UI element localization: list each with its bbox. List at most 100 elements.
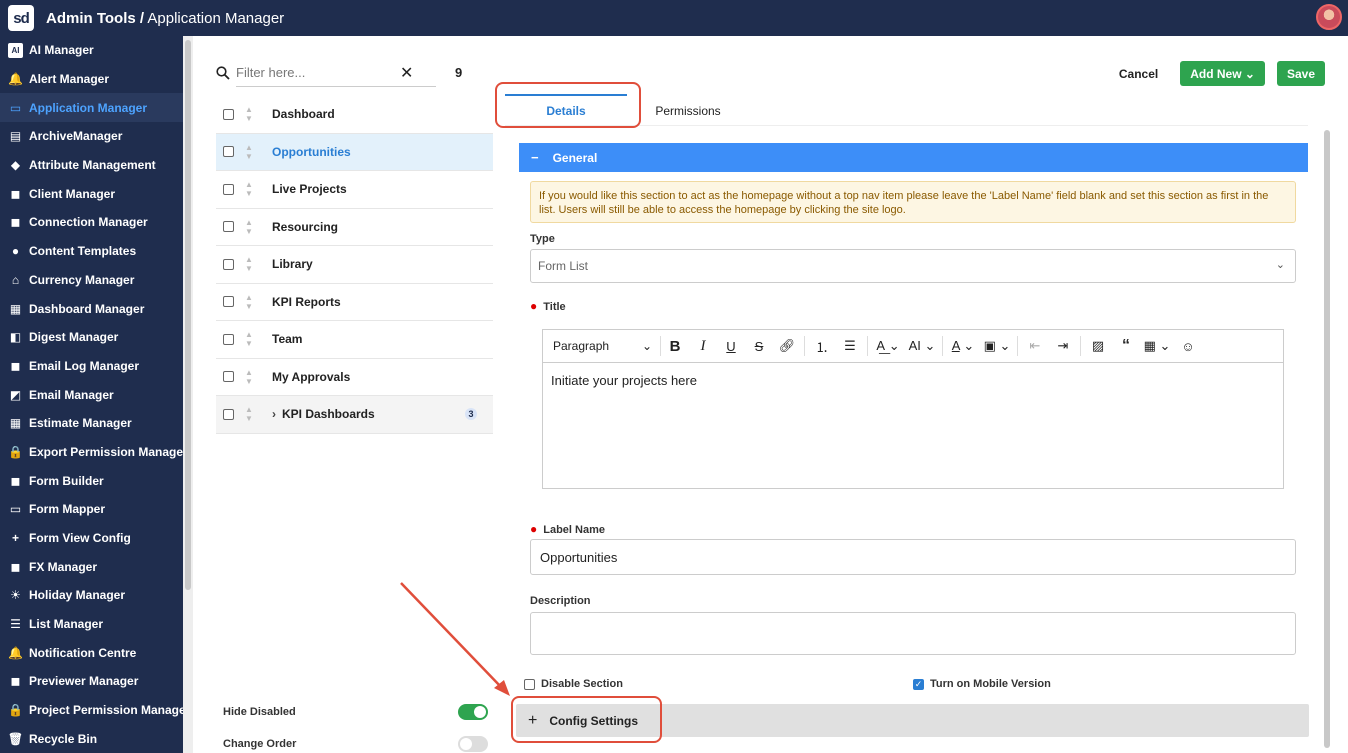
sidebar-item-ai-manager[interactable]: AI AI Manager — [0, 36, 183, 65]
italic-icon[interactable]: I — [689, 338, 717, 355]
sidebar-item-label: Dashboard Manager — [29, 301, 145, 316]
list-item[interactable]: ▲ ▼ Resourcing — [216, 209, 493, 246]
breadcrumb-app[interactable]: Admin Tools / — [46, 10, 144, 27]
chevron-right-icon[interactable]: › — [272, 407, 276, 421]
row-checkbox[interactable] — [223, 146, 234, 158]
hide-disabled-toggle[interactable] — [458, 704, 488, 720]
tab-permissions[interactable]: Permissions — [627, 96, 749, 125]
indent-icon[interactable]: ⇥ — [1049, 338, 1077, 354]
row-checkbox[interactable] — [223, 183, 234, 195]
sidebar-item-export-permission-manager[interactable]: 🔒 Export Permission Manager — [0, 438, 183, 467]
strikethrough-icon[interactable]: S — [745, 339, 773, 354]
briefcase-icon: ◼ — [10, 358, 21, 373]
sidebar-item-email-manager[interactable]: ◩ Email Manager — [0, 380, 183, 409]
list-item[interactable]: ▲ ▼ Opportunities — [216, 133, 493, 171]
sidebar-item-client-manager[interactable]: ◼ Client Manager — [0, 179, 183, 208]
list-group-row[interactable]: ▲ ▼ › KPI Dashboards 3 — [216, 396, 493, 434]
list-item[interactable]: ▲ ▼ KPI Reports — [216, 284, 493, 321]
general-section-header[interactable]: − General — [519, 143, 1308, 172]
sidebar-item-form-mapper[interactable]: ▭ Form Mapper — [0, 495, 183, 524]
sidebar-item-email-log-manager[interactable]: ◼ Email Log Manager — [0, 352, 183, 381]
underline-icon[interactable]: U — [717, 339, 745, 354]
font-size-icon[interactable]: AI ⌄ — [905, 338, 939, 354]
description-input[interactable] — [530, 612, 1296, 655]
sidebar-item-recycle-bin[interactable]: 🗑 Recycle Bin — [0, 725, 183, 753]
sidebar-item-fx-manager[interactable]: ◼ FX Manager — [0, 552, 183, 581]
disable-section-checkbox[interactable] — [524, 678, 535, 690]
sidebar-item-content-templates[interactable]: ● Content Templates — [0, 237, 183, 266]
sidebar-item-form-view-config[interactable]: + Form View Config — [0, 524, 183, 553]
sidebar-item-notification-centre[interactable]: 🔔 Notification Centre — [0, 638, 183, 667]
sidebar-item-label: Form Builder — [29, 473, 104, 488]
sidebar-item-connection-manager[interactable]: ◼ Connection Manager — [0, 208, 183, 237]
reorder-handle-icon[interactable]: ▲ ▼ — [242, 330, 256, 348]
app-logo[interactable]: sd — [8, 5, 34, 31]
editor-content[interactable]: Initiate your projects here — [543, 363, 1283, 398]
outdent-icon[interactable]: ⇤ — [1021, 338, 1049, 354]
reorder-handle-icon[interactable]: ▲ ▼ — [242, 143, 256, 161]
font-color-icon[interactable]: A ⌄ — [946, 338, 980, 354]
detail-scrollbar[interactable] — [1324, 130, 1330, 748]
cancel-button[interactable]: Cancel — [1119, 67, 1158, 81]
mobile-version-checkbox[interactable]: ✓ — [913, 678, 924, 690]
bullet-list-icon[interactable]: ☰ — [836, 338, 864, 354]
sidebar-scrollbar[interactable] — [185, 40, 191, 590]
row-checkbox[interactable] — [223, 258, 234, 270]
row-checkbox[interactable] — [223, 221, 234, 233]
reorder-handle-icon[interactable]: ▲ ▼ — [242, 405, 256, 423]
add-new-button[interactable]: Add New ⌄ — [1180, 61, 1265, 86]
list-item[interactable]: ▲ ▼ Team — [216, 321, 493, 359]
type-select[interactable]: Form List ⌄ — [530, 249, 1296, 283]
list-item[interactable]: ▲ ▼ Dashboard — [216, 96, 493, 134]
sidebar-item-holiday-manager[interactable]: ☀ Holiday Manager — [0, 581, 183, 610]
sidebar-item-form-builder[interactable]: ◼ Form Builder — [0, 466, 183, 495]
item-count: 9 — [455, 65, 463, 80]
sidebar-item-previewer-manager[interactable]: ◼ Previewer Manager — [0, 667, 183, 696]
sidebar-item-alert-manager[interactable]: 🔔 Alert Manager — [0, 65, 183, 94]
sidebar-item-currency-manager[interactable]: ⌂ Currency Manager — [0, 266, 183, 295]
save-button[interactable]: Save — [1276, 61, 1325, 86]
row-checkbox[interactable] — [223, 108, 234, 120]
sidebar-item-attribute-management[interactable]: ◆ Attribute Management — [0, 151, 183, 180]
reorder-handle-icon[interactable]: ▲ ▼ — [242, 293, 256, 311]
sidebar-item-project-permission-manager[interactable]: 🔒 Project Permission Manager — [0, 696, 183, 725]
list-item[interactable]: ▲ ▼ Live Projects — [216, 171, 493, 209]
row-checkbox[interactable] — [223, 333, 234, 345]
briefcase-icon: ◼ — [10, 473, 21, 488]
table-icon[interactable]: ▦ ⌄ — [1140, 338, 1174, 354]
image-icon[interactable]: ▨ — [1084, 338, 1112, 354]
numbered-list-icon[interactable]: ⒈ — [808, 337, 836, 356]
change-order-label: Change Order — [223, 738, 297, 750]
change-order-toggle[interactable] — [458, 736, 488, 752]
reorder-handle-icon[interactable]: ▲ ▼ — [242, 180, 256, 198]
sidebar-item-label: List Manager — [29, 617, 104, 632]
reorder-handle-icon[interactable]: ▲ ▼ — [242, 255, 256, 273]
list-item-label: KPI Dashboards — [282, 407, 375, 422]
row-checkbox[interactable] — [223, 296, 234, 308]
row-checkbox[interactable] — [223, 371, 234, 383]
label-name-input[interactable]: Opportunities — [530, 539, 1296, 575]
reorder-handle-icon[interactable]: ▲ ▼ — [242, 368, 256, 386]
quote-icon[interactable]: “ — [1112, 337, 1140, 355]
info-banner: If you would like this section to act as… — [530, 181, 1296, 223]
sidebar-item-application-manager[interactable]: ▭ Application Manager — [0, 93, 183, 123]
link-icon[interactable]: 🔗︎ — [773, 338, 801, 354]
font-style-icon[interactable]: A͟ ⌄ — [871, 338, 905, 354]
reorder-handle-icon[interactable]: ▲ ▼ — [242, 105, 256, 123]
emoji-icon[interactable]: ☺ — [1174, 339, 1202, 354]
clear-filter-icon[interactable]: ✕ — [400, 63, 413, 83]
row-checkbox[interactable] — [223, 408, 234, 420]
sidebar-item-digest-manager[interactable]: ◧ Digest Manager — [0, 323, 183, 352]
list-item[interactable]: ▲ ▼ Library — [216, 246, 493, 284]
sidebar-item-dashboard-manager[interactable]: ▦ Dashboard Manager — [0, 294, 183, 323]
list-item[interactable]: ▲ ▼ My Approvals — [216, 359, 493, 396]
bold-icon[interactable]: B — [661, 338, 689, 355]
avatar[interactable] — [1316, 4, 1342, 30]
sidebar-item-list-manager[interactable]: ☰ List Manager — [0, 610, 183, 639]
highlight-color-icon[interactable]: ▣ ⌄ — [980, 338, 1014, 354]
sidebar-item-archivemanager[interactable]: ▤ ArchiveManager — [0, 122, 183, 151]
paragraph-select[interactable]: Paragraph ⌄ — [543, 336, 661, 356]
sidebar-item-estimate-manager[interactable]: ▦ Estimate Manager — [0, 409, 183, 438]
reorder-handle-icon[interactable]: ▲ ▼ — [242, 218, 256, 236]
lock-icon: 🔒 — [8, 444, 23, 459]
